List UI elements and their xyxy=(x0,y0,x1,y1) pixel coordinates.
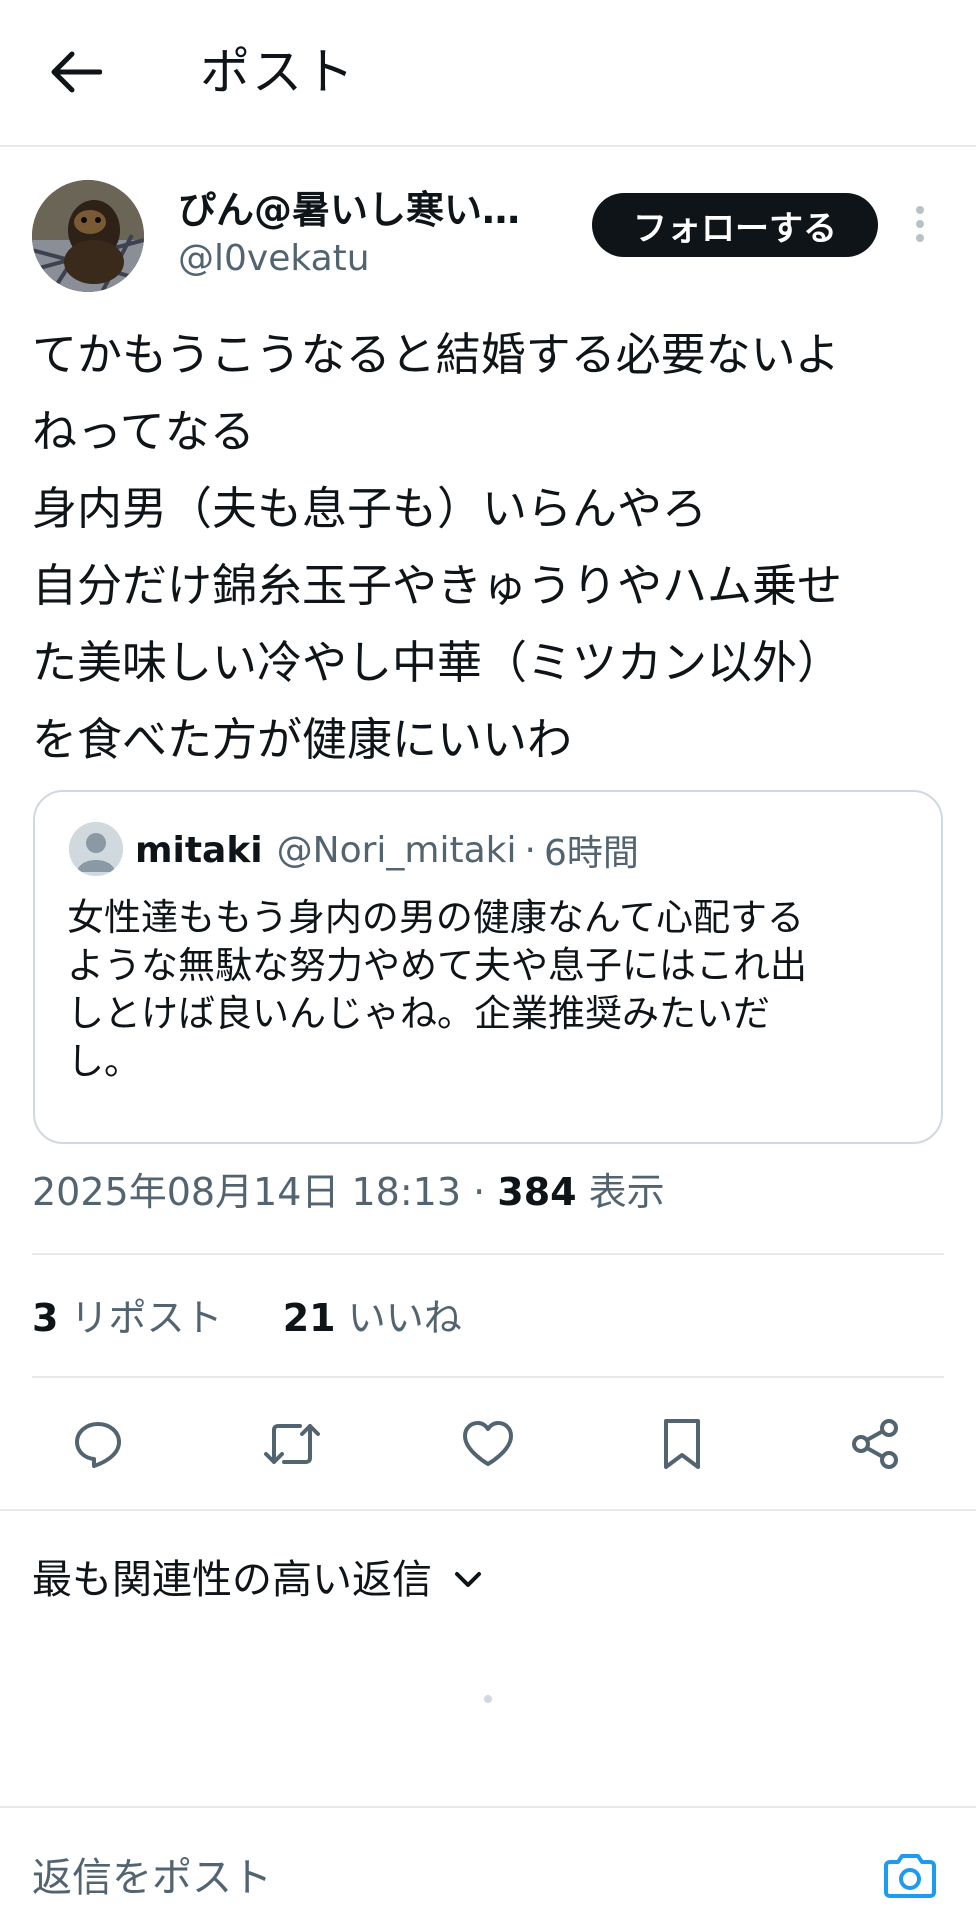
post-text-line: を食べた方が健康にいいわ xyxy=(32,713,573,766)
quoted-post-header: mitaki @Nori_mitaki · 6時間 xyxy=(135,822,639,878)
quoted-text-line: 女性達ももう身内の男の健康なんて心配する xyxy=(67,896,805,939)
reposts-count: 3 xyxy=(32,1296,59,1340)
like-icon xyxy=(463,1421,513,1466)
bookmark-button[interactable] xyxy=(650,1412,714,1476)
divider xyxy=(0,1509,976,1511)
reply-input[interactable]: 返信をポスト xyxy=(32,1850,272,1906)
back-button[interactable] xyxy=(44,40,108,104)
camera-button[interactable] xyxy=(880,1846,940,1906)
likes-label: いいね xyxy=(335,1296,462,1340)
reposts-label: リポスト xyxy=(58,1296,223,1340)
post-timestamp[interactable]: 2025年08月14日 18:13 xyxy=(32,1170,461,1214)
reposts-stat[interactable]: 3 リポスト xyxy=(32,1296,223,1340)
post-text-line: た美味しい冷やし中華（ミツカン以外） xyxy=(32,636,843,689)
reply-sort-label: 最も関連性の高い返信 xyxy=(32,1557,432,1603)
avatar-image xyxy=(32,180,144,292)
divider xyxy=(32,1253,944,1255)
post-text-line: てかもうこうなると結婚する必要ないよ xyxy=(32,328,840,381)
follow-button[interactable]: フォローする xyxy=(592,193,878,257)
loading-indicator xyxy=(484,1695,492,1703)
quoted-author-avatar xyxy=(69,822,123,876)
quoted-author-handle: @Nori_mitaki xyxy=(276,829,517,871)
top-bar: ポスト xyxy=(0,0,976,147)
divider xyxy=(0,1806,976,1808)
share-icon xyxy=(852,1419,898,1469)
camera-icon xyxy=(884,1854,936,1898)
quoted-text-line: しとけば良いんじゃね。企業推奨みたいだ xyxy=(67,992,770,1035)
divider xyxy=(32,1376,944,1378)
reply-button[interactable] xyxy=(66,1412,130,1476)
arrow-left-icon xyxy=(51,51,102,93)
repost-icon xyxy=(264,1424,320,1464)
separator-dot: · xyxy=(524,829,536,871)
reply-icon xyxy=(75,1422,121,1468)
page-title: ポスト xyxy=(200,43,356,101)
quoted-text-line: し。 xyxy=(67,1040,141,1083)
quoted-post-time: 6時間 xyxy=(543,833,639,874)
post-text-line: ねってなる xyxy=(32,405,255,458)
more-dot-icon xyxy=(916,234,924,242)
default-avatar-icon xyxy=(69,822,123,876)
reply-sort-selector[interactable]: 最も関連性の高い返信 xyxy=(32,1552,486,1608)
repost-button[interactable] xyxy=(260,1412,324,1476)
quoted-text-line: ような無駄な努力やめて夫や息子にはこれ出 xyxy=(67,944,807,987)
engagement-stats: 3 リポスト 21 いいね xyxy=(32,1290,462,1346)
more-options-button[interactable] xyxy=(904,200,936,248)
quoted-post[interactable]: mitaki @Nori_mitaki · 6時間 女性達ももう身内の男の健康な… xyxy=(33,790,943,1144)
author-avatar[interactable] xyxy=(32,180,144,292)
more-dot-icon xyxy=(916,206,924,214)
views-count: 384 xyxy=(497,1170,577,1214)
likes-count: 21 xyxy=(282,1296,336,1340)
bookmark-icon xyxy=(664,1419,700,1469)
post-text-line: 身内男（夫も息子も）いらんやろ xyxy=(32,482,708,535)
views-label: 表示 xyxy=(576,1170,665,1214)
post-text-line: 自分だけ錦糸玉子やきゅうりやハム乗せ xyxy=(32,559,843,612)
post-text: てかもうこうなると結婚する必要ないよ ねってなる 身内男（夫も息子も）いらんやろ… xyxy=(32,316,952,778)
post-meta: 2025年08月14日 18:13 · 384 表示 xyxy=(32,1164,665,1220)
likes-stat[interactable]: 21 いいね xyxy=(283,1296,462,1340)
author-handle[interactable]: @l0vekatu xyxy=(178,235,370,283)
author-display-name[interactable]: ぴん@暑いし寒い… xyxy=(178,185,538,235)
separator-dot: · xyxy=(461,1170,498,1214)
share-button[interactable] xyxy=(844,1412,908,1476)
more-dot-icon xyxy=(916,220,924,228)
like-button[interactable] xyxy=(456,1412,520,1476)
quoted-post-text: 女性達ももう身内の男の健康なんて心配する ような無駄な努力やめて夫や息子にはこれ… xyxy=(67,894,927,1086)
chevron-down-icon xyxy=(450,1562,486,1598)
quoted-author-name: mitaki xyxy=(135,829,263,871)
